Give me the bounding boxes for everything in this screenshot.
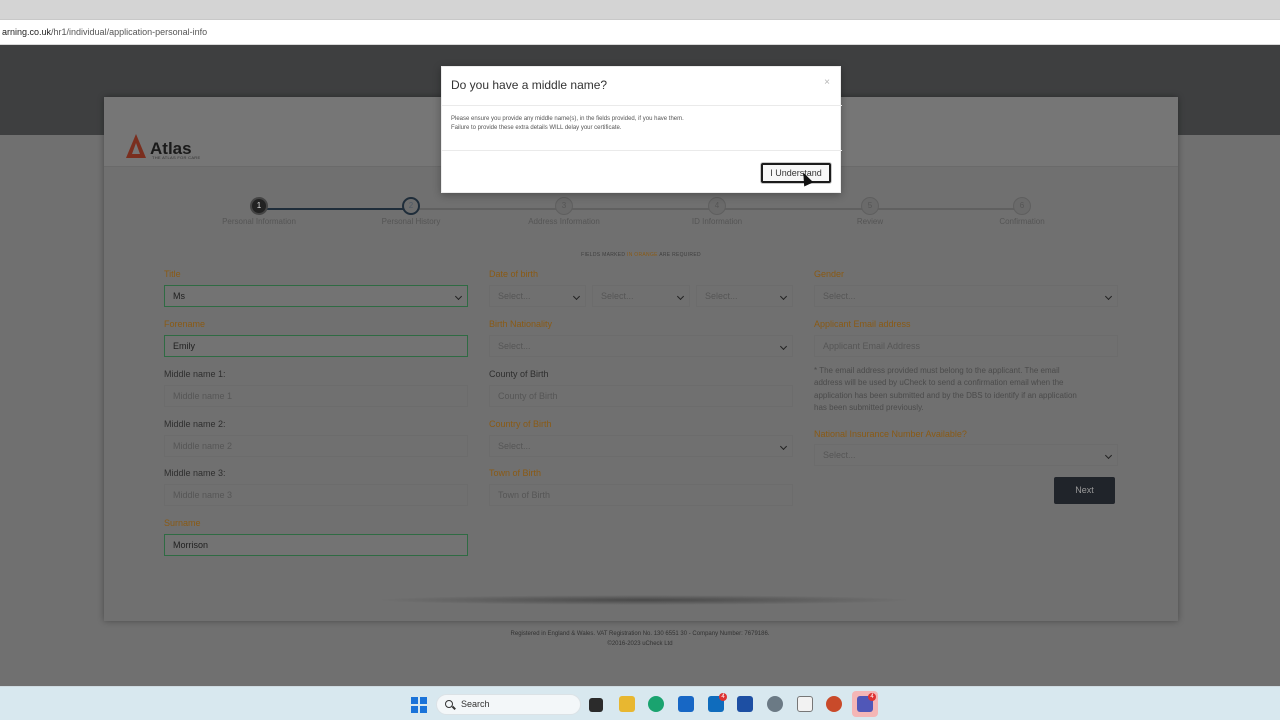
- atlas-logo-icon: [126, 134, 146, 158]
- url-host: arning.co.uk: [2, 27, 52, 37]
- modal-footer-divider: [442, 150, 842, 151]
- required-note-suffix: ARE REQUIRED: [659, 252, 701, 258]
- surname-input[interactable]: Morrison: [164, 534, 468, 556]
- word-icon[interactable]: [737, 696, 753, 712]
- dob-month-select[interactable]: Select...: [592, 285, 690, 307]
- step-confirmation[interactable]: 6 Confirmation: [952, 197, 1092, 226]
- middle-name-1-input[interactable]: Middle name 1: [164, 385, 468, 407]
- required-note-prefix: FIELDS MARKED: [581, 252, 626, 258]
- email-help-line: application has been submitted and by th…: [814, 390, 1077, 400]
- town-of-birth-label: Town of Birth: [489, 468, 542, 478]
- next-button[interactable]: Next: [1054, 477, 1115, 504]
- step-personal-history[interactable]: 2 Personal History: [341, 197, 481, 226]
- modal-body-line: Please ensure you provide any middle nam…: [451, 116, 684, 122]
- url-text[interactable]: arning.co.uk/hr1/individual/application-…: [2, 27, 207, 37]
- logo-subtitle: THE ATLAS FOR CARE: [152, 155, 201, 160]
- step-number: 4: [708, 197, 726, 215]
- step-address-information[interactable]: 3 Address Information: [494, 197, 634, 226]
- teams-badge: 4: [868, 693, 876, 701]
- birth-nationality-label: Birth Nationality: [489, 319, 553, 329]
- country-of-birth-select[interactable]: Select...: [489, 435, 793, 457]
- outlook-badge: 4: [719, 693, 727, 701]
- address-bar[interactable]: arning.co.uk/hr1/individual/application-…: [0, 20, 1280, 45]
- birth-nationality-select[interactable]: Select...: [489, 335, 793, 357]
- page-footer: Registered in England & Wales. VAT Regis…: [0, 629, 1280, 649]
- settings-gear-icon[interactable]: [767, 696, 783, 712]
- middle-name-2-label: Middle name 2:: [164, 419, 226, 429]
- modal-title: Do you have a middle name?: [451, 78, 608, 92]
- windows-taskbar: Search 4 4: [0, 686, 1280, 720]
- forename-input[interactable]: Emily: [164, 335, 468, 357]
- step-number: 6: [1013, 197, 1031, 215]
- taskbar-search[interactable]: Search: [436, 694, 581, 715]
- modal-body: Please ensure you provide any middle nam…: [451, 115, 684, 133]
- forename-label: Forename: [164, 319, 206, 329]
- step-number: 3: [555, 197, 573, 215]
- url-path: /hr1/individual/application-personal-inf…: [51, 27, 208, 37]
- ni-available-label: National Insurance Number Available?: [814, 429, 967, 439]
- email-help-line: address will be used by uCheck to send a…: [814, 378, 1064, 388]
- search-label: Search: [461, 699, 490, 709]
- step-label: Review: [856, 217, 884, 226]
- email-input[interactable]: Applicant Email Address: [814, 335, 1118, 357]
- gender-select[interactable]: Select...: [814, 285, 1118, 307]
- step-label: Personal History: [381, 217, 441, 226]
- county-of-birth-label: County of Birth: [489, 369, 549, 379]
- email-help-text: * The email address provided must belong…: [814, 365, 1118, 415]
- footer-registration: Registered in England & Wales. VAT Regis…: [510, 631, 770, 637]
- title-select[interactable]: Ms: [164, 285, 468, 307]
- step-number: 2: [402, 197, 420, 215]
- email-help-line: has been submitted previously.: [814, 403, 924, 413]
- calculator-icon[interactable]: [797, 696, 813, 712]
- surname-label: Surname: [164, 518, 201, 528]
- step-personal-information[interactable]: 1 Personal Information: [189, 197, 329, 226]
- footer-copyright: ©2016-2023 uCheck Ltd: [607, 641, 673, 647]
- required-fields-note: FIELDS MARKED IN ORANGE ARE REQUIRED: [104, 252, 1178, 258]
- file-explorer-icon[interactable]: [619, 696, 635, 712]
- step-review[interactable]: 5 Review: [800, 197, 940, 226]
- date-of-birth-label: Date of birth: [489, 269, 539, 279]
- close-icon[interactable]: ×: [824, 77, 830, 88]
- step-id-information[interactable]: 4 ID Information: [647, 197, 787, 226]
- i-understand-button[interactable]: I Understand: [761, 163, 831, 183]
- card-bottom-shadow: [374, 595, 914, 605]
- country-of-birth-label: Country of Birth: [489, 419, 552, 429]
- email-help-line: * The email address provided must belong…: [814, 366, 1060, 375]
- progress-stepper: 1 Personal Information 2 Personal Histor…: [104, 197, 1178, 237]
- step-label: Confirmation: [999, 217, 1045, 226]
- step-number: 5: [861, 197, 879, 215]
- step-label: ID Information: [691, 217, 743, 226]
- gender-label: Gender: [814, 269, 845, 279]
- powerpoint-icon[interactable]: [826, 696, 842, 712]
- middle-name-3-label: Middle name 3:: [164, 468, 226, 478]
- task-view-icon[interactable]: [589, 698, 603, 712]
- modal-header-divider: [442, 105, 842, 106]
- middle-name-modal: Do you have a middle name? × Please ensu…: [441, 66, 842, 193]
- title-label: Title: [164, 269, 181, 279]
- dob-day-select[interactable]: Select...: [489, 285, 586, 307]
- step-label: Address Information: [528, 217, 600, 226]
- atlas-logo[interactable]: Atlas THE ATLAS FOR CARE: [126, 134, 200, 160]
- windows-start-icon[interactable]: [411, 697, 427, 713]
- modal-body-line: Failure to provide these extra details W…: [451, 125, 622, 131]
- step-number: 1: [250, 197, 268, 215]
- ni-available-select[interactable]: Select...: [814, 444, 1118, 466]
- step-label: Personal Information: [222, 217, 296, 226]
- email-label: Applicant Email address: [814, 319, 911, 329]
- browser-tab-strip: [0, 0, 1280, 20]
- town-of-birth-input[interactable]: Town of Birth: [489, 484, 793, 506]
- county-of-birth-input[interactable]: County of Birth: [489, 385, 793, 407]
- middle-name-1-label: Middle name 1:: [164, 369, 226, 379]
- edge-browser-icon[interactable]: [648, 696, 664, 712]
- middle-name-2-input[interactable]: Middle name 2: [164, 435, 468, 457]
- required-note-highlight: IN ORANGE: [627, 252, 658, 258]
- middle-name-3-input[interactable]: Middle name 3: [164, 484, 468, 506]
- dob-year-select[interactable]: Select...: [696, 285, 793, 307]
- search-icon: [445, 700, 453, 708]
- remote-desktop-icon[interactable]: [678, 696, 694, 712]
